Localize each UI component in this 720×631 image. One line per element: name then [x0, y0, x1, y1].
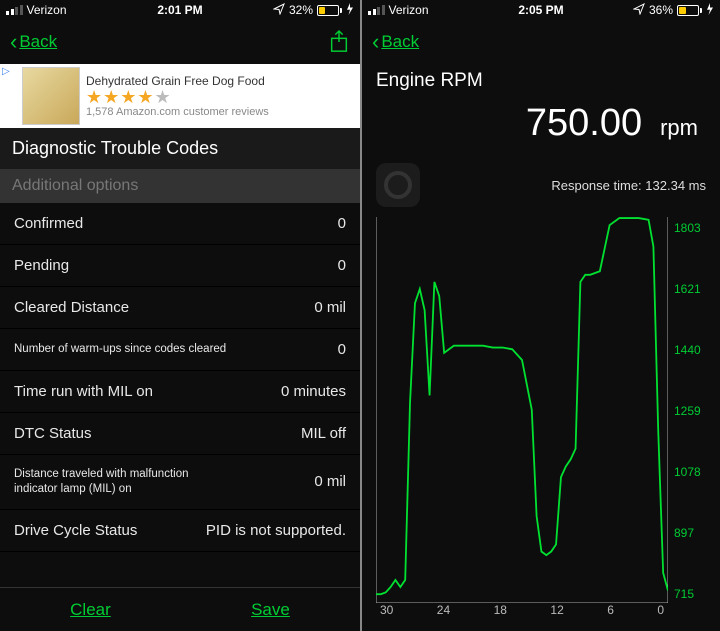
- x-axis: 30 24 18 12 6 0: [376, 603, 668, 623]
- ad-marker-icon: ▷: [2, 66, 10, 77]
- subheader-additional-options[interactable]: Additional options: [0, 169, 360, 203]
- ad-banner[interactable]: ▷ Dehydrated Grain Free Dog Food ★★★★★ 1…: [0, 64, 360, 128]
- rpm-series: [376, 218, 668, 594]
- ad-stars: ★★★★★: [86, 88, 354, 106]
- back-label: Back: [381, 32, 419, 52]
- battery-pct: 32%: [289, 3, 313, 17]
- metric-title: Engine RPM: [376, 70, 706, 92]
- carrier-label: Verizon: [27, 3, 67, 17]
- battery-pct: 36%: [649, 3, 673, 17]
- row-confirmed[interactable]: Confirmed0: [0, 203, 360, 245]
- row-dtc-status[interactable]: DTC StatusMIL off: [0, 413, 360, 455]
- chevron-left-icon: ‹: [10, 31, 17, 53]
- back-button[interactable]: ‹ Back: [10, 31, 57, 53]
- status-bar: Verizon 2:05 PM 36%: [362, 0, 720, 20]
- save-button[interactable]: Save: [251, 600, 290, 620]
- record-button[interactable]: [376, 163, 420, 207]
- phone-left: Verizon 2:01 PM 32% ‹ Back: [0, 0, 360, 631]
- battery-icon: [317, 5, 342, 16]
- ad-title: Dehydrated Grain Free Dog Food: [86, 74, 354, 88]
- clear-button[interactable]: Clear: [70, 600, 111, 620]
- y-axis: 1803 1621 1440 1259 1078 897 715: [668, 217, 706, 623]
- phone-right: Verizon 2:05 PM 36% ‹ Back Engine RPM 75…: [360, 0, 720, 631]
- signal-icon: [6, 5, 23, 15]
- battery-fill: [679, 7, 686, 14]
- signal-icon: [368, 5, 385, 15]
- row-drive-cycle[interactable]: Drive Cycle StatusPID is not supported.: [0, 510, 360, 552]
- location-icon: [633, 3, 645, 18]
- rpm-chart: 30 24 18 12 6 0 1803 1621 1440 1259 1078…: [376, 217, 706, 623]
- metric-unit: rpm: [660, 115, 698, 141]
- nav-bar: ‹ Back: [362, 20, 720, 64]
- chevron-left-icon: ‹: [372, 31, 379, 53]
- bottom-toolbar: Clear Save: [0, 587, 360, 631]
- charging-icon: [706, 3, 714, 18]
- share-button[interactable]: [328, 29, 350, 55]
- battery-fill: [319, 7, 325, 14]
- nav-bar: ‹ Back: [0, 20, 360, 64]
- charging-icon: [346, 3, 354, 18]
- dtc-list: Confirmed0 Pending0 Cleared Distance0 mi…: [0, 203, 360, 587]
- ad-reviews: 1,578 Amazon.com customer reviews: [86, 106, 354, 118]
- back-button[interactable]: ‹ Back: [372, 31, 419, 53]
- carrier-label: Verizon: [389, 3, 429, 17]
- location-icon: [273, 3, 285, 18]
- battery-icon: [677, 5, 702, 16]
- record-icon: [384, 171, 412, 199]
- metric-readout: 750.00 rpm: [376, 102, 706, 145]
- row-distance-mil-on[interactable]: Distance traveled with malfunction indic…: [0, 455, 360, 510]
- row-pending[interactable]: Pending0: [0, 245, 360, 287]
- metric-value: 750.00: [526, 102, 642, 145]
- row-cleared-distance[interactable]: Cleared Distance0 mil: [0, 287, 360, 329]
- row-warmups[interactable]: Number of warm-ups since codes cleared0: [0, 329, 360, 371]
- status-bar: Verizon 2:01 PM 32%: [0, 0, 360, 20]
- back-label: Back: [19, 32, 57, 52]
- response-time: Response time: 132.34 ms: [551, 178, 706, 193]
- section-title: Diagnostic Trouble Codes: [0, 128, 360, 169]
- ad-image: [22, 67, 80, 125]
- row-time-mil-on[interactable]: Time run with MIL on0 minutes: [0, 371, 360, 413]
